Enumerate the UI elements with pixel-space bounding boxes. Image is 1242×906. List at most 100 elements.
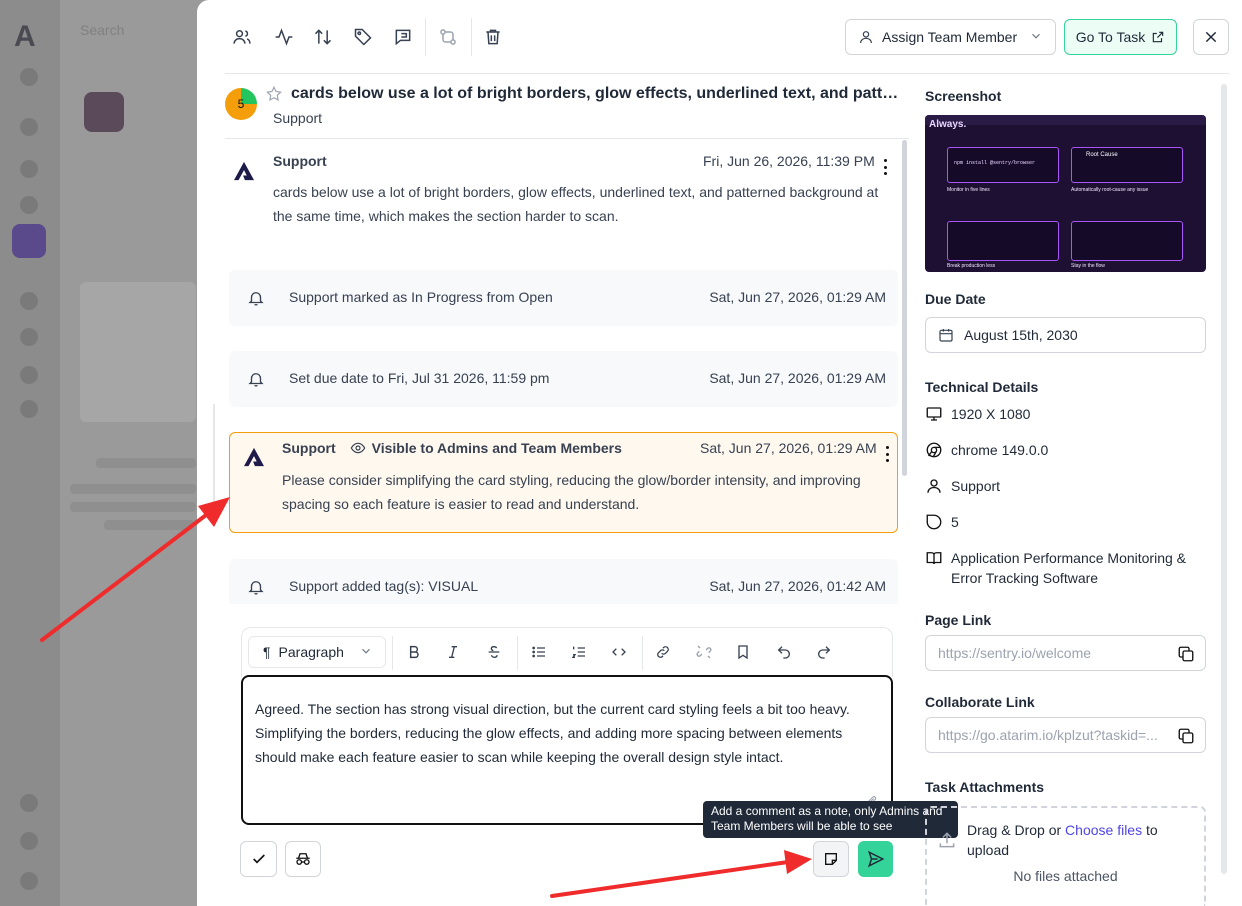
add-note-button[interactable]	[813, 841, 849, 877]
numbered-list-icon[interactable]	[569, 642, 589, 662]
resolution-value: 1920 X 1080	[951, 406, 1031, 422]
code-icon[interactable]	[609, 642, 629, 662]
page-link-label: Page Link	[925, 612, 992, 628]
sidebar-scrollbar[interactable]	[1221, 84, 1227, 874]
collaborate-link-field[interactable]: https://go.atarim.io/kplzut?taskid=...	[925, 717, 1206, 753]
editor-toolbar: ¶ Paragraph	[241, 627, 893, 677]
strikethrough-icon[interactable]	[484, 642, 504, 662]
more-options-icon[interactable]	[884, 446, 890, 462]
mark-complete-button[interactable]	[240, 841, 277, 877]
task-score-badge: 5	[225, 88, 257, 120]
background-logo: A	[14, 20, 36, 53]
go-to-task-button[interactable]: Go To Task	[1064, 19, 1177, 55]
assign-team-member-label: Assign Team Member	[882, 29, 1018, 45]
assign-team-member-dropdown[interactable]: Assign Team Member	[845, 19, 1056, 55]
resolution-row: 1920 X 1080	[925, 404, 1030, 424]
category-row: Application Performance Monitoring & Err…	[925, 548, 1195, 588]
incognito-button[interactable]	[285, 841, 321, 877]
git-compare-icon[interactable]	[435, 24, 461, 50]
user-value: Support	[951, 478, 1001, 494]
bullet-list-icon[interactable]	[529, 642, 549, 662]
message-flag-icon[interactable]	[390, 24, 416, 50]
star-icon[interactable]	[265, 85, 283, 103]
close-button[interactable]	[1193, 19, 1229, 55]
background-nav-icon	[20, 196, 38, 214]
page-link-value: https://sentry.io/welcome	[938, 645, 1092, 661]
feed-scrollbar[interactable]	[902, 140, 907, 476]
comment-feed[interactable]: Support Fri, Jun 26, 2026, 11:39 PM card…	[225, 139, 909, 604]
comment-date: Fri, Jun 26, 2026, 11:39 PM	[703, 153, 875, 169]
background-nav-icon	[20, 872, 38, 890]
eye-icon	[350, 442, 365, 454]
background-nav-icon	[20, 68, 38, 86]
undo-icon[interactable]	[774, 642, 794, 662]
shield-icon	[925, 513, 943, 531]
italic-icon[interactable]	[443, 642, 463, 662]
task-toolbar: Assign Team Member Go To Task	[197, 0, 1242, 74]
background-text	[70, 484, 196, 494]
copy-icon[interactable]	[1177, 727, 1195, 745]
note-date: Sat, Jun 27, 2026, 01:29 AM	[700, 440, 877, 456]
users-icon[interactable]	[229, 24, 255, 50]
event-date: Sat, Jun 27, 2026, 01:29 AM	[709, 370, 886, 386]
link-icon[interactable]	[653, 642, 673, 662]
send-comment-button[interactable]	[858, 841, 893, 877]
toolbar-bottom-border	[225, 73, 1229, 74]
screenshot-card	[1071, 221, 1183, 261]
note-body: Please consider simplifying the card sty…	[282, 472, 861, 512]
screenshot-card	[947, 221, 1059, 261]
user-icon	[925, 477, 943, 495]
choose-files-link[interactable]: Choose files	[1065, 822, 1142, 838]
tag-icon[interactable]	[350, 24, 376, 50]
background-nav-icon	[20, 794, 38, 812]
screenshot-caption: Break production less	[947, 263, 996, 269]
task-screenshot[interactable]: Always. npm install @sentry/browser Root…	[925, 115, 1206, 272]
screenshot-caption: Stay in the flow	[1071, 263, 1105, 269]
due-date-picker[interactable]: August 15th, 2030	[925, 317, 1206, 353]
note-tooltip: Add a comment as a note, only Admins and…	[703, 801, 958, 838]
collaborate-link-value: https://go.atarim.io/kplzut?taskid=...	[938, 727, 1158, 743]
comment-author: Support	[273, 153, 327, 169]
copy-icon[interactable]	[1177, 645, 1195, 663]
note-author: Support	[282, 440, 336, 456]
screenshot-navbar	[925, 115, 1206, 125]
event-text: Set due date to Fri, Jul 31 2026, 11:59 …	[289, 370, 550, 386]
check-icon	[252, 854, 265, 864]
sort-arrows-icon[interactable]	[310, 24, 336, 50]
comment-text: Agreed. The section has strong visual di…	[255, 701, 850, 765]
screenshot-heading: Always.	[929, 119, 967, 130]
background-text	[96, 458, 196, 468]
page-link-field[interactable]: https://sentry.io/welcome	[925, 635, 1206, 671]
screenshot-root-cause: Root Cause	[1086, 152, 1118, 158]
attachment-dropzone[interactable]: Drag & Drop or Choose files to upload No…	[925, 806, 1206, 906]
unlink-icon[interactable]	[694, 642, 714, 662]
bold-icon[interactable]	[404, 642, 424, 662]
trash-icon[interactable]	[480, 24, 506, 50]
bell-icon	[248, 373, 264, 387]
background-nav-icon	[20, 400, 38, 418]
close-icon	[1205, 31, 1217, 43]
internal-note: Support Visible to Admins and Team Membe…	[229, 432, 898, 533]
activity-event: Support added tag(s): VISUAL Sat, Jun 27…	[229, 559, 898, 604]
background-thumbnail	[84, 92, 124, 132]
user-icon	[860, 31, 872, 44]
screenshot-card: Root Cause	[1071, 147, 1183, 183]
activity-icon[interactable]	[271, 24, 297, 50]
paragraph-style-label: Paragraph	[278, 644, 344, 660]
background-nav-icon	[20, 366, 38, 384]
redo-icon[interactable]	[814, 642, 834, 662]
background-nav-icon	[20, 292, 38, 310]
task-details-sidebar: Screenshot Always. npm install @sentry/b…	[925, 84, 1215, 906]
background-text	[70, 502, 196, 512]
screenshot-code: npm install @sentry/browser	[954, 160, 1036, 166]
bookmark-icon[interactable]	[733, 642, 753, 662]
paragraph-style-dropdown[interactable]: ¶ Paragraph	[248, 636, 386, 668]
dropzone-text: Drag & Drop or Choose files to upload	[967, 820, 1187, 860]
more-options-icon[interactable]	[882, 159, 888, 175]
score-row: 5	[925, 512, 959, 532]
feed-left-marker	[213, 404, 215, 514]
background-text	[104, 520, 194, 530]
collaborate-link-label: Collaborate Link	[925, 694, 1035, 710]
score-value: 5	[951, 514, 959, 530]
go-to-task-label: Go To Task	[1075, 29, 1146, 45]
